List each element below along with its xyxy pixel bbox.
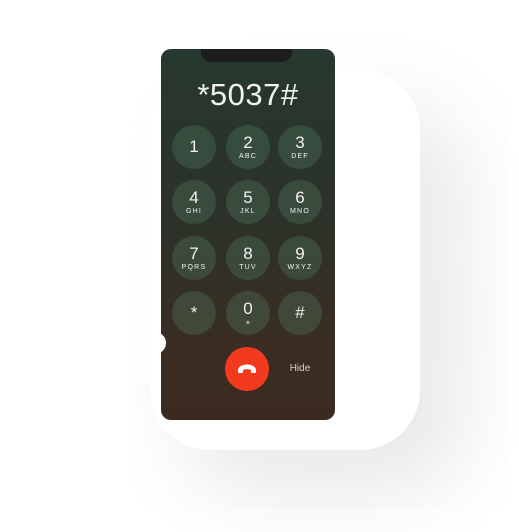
key-letters: PQRS <box>181 264 207 271</box>
phone-notch <box>201 49 292 62</box>
key-hash[interactable]: # <box>278 291 322 335</box>
key-letters: TUV <box>239 264 257 271</box>
key-digit: 4 <box>189 188 199 207</box>
phone-hangup-icon <box>238 364 256 373</box>
key-7[interactable]: 7 PQRS <box>172 236 216 280</box>
key-digit: * <box>190 303 198 322</box>
key-0[interactable]: 0 + <box>226 291 270 335</box>
key-5[interactable]: 5 JKL <box>226 180 270 224</box>
key-6[interactable]: 6 MNO <box>278 180 322 224</box>
key-letters: DEF <box>291 153 309 160</box>
key-digit: 1 <box>189 137 199 156</box>
dialed-number-display: *5037# <box>197 77 299 112</box>
key-2[interactable]: 2 ABC <box>226 125 270 169</box>
key-star[interactable]: * <box>172 291 216 335</box>
key-8[interactable]: 8 TUV <box>226 236 270 280</box>
key-digit: 2 <box>243 133 253 152</box>
key-digit: 0 <box>243 299 253 318</box>
key-letters: + <box>245 318 251 327</box>
key-letters: WXYZ <box>287 264 313 271</box>
key-3[interactable]: 3 DEF <box>278 125 322 169</box>
key-digit: 8 <box>243 244 253 263</box>
key-digit: 6 <box>295 188 305 207</box>
phone-dialer: *5037# 1 2 ABC 3 DEF 4 GHI 5 JKL 6 MNO 7 <box>161 49 335 420</box>
key-digit: 3 <box>295 133 305 152</box>
end-call-button[interactable] <box>225 347 269 391</box>
key-digit: 9 <box>295 244 305 263</box>
key-9[interactable]: 9 WXYZ <box>278 236 322 280</box>
key-letters: GHI <box>185 208 203 215</box>
key-digit: 7 <box>189 244 199 263</box>
key-1[interactable]: 1 <box>172 125 216 169</box>
hide-keypad-button[interactable]: Hide <box>283 363 317 374</box>
key-digit: # <box>295 303 305 322</box>
screen: *5037# 1 2 ABC 3 DEF 4 GHI 5 JKL 6 MNO 7 <box>0 0 519 532</box>
key-letters: ABC <box>239 153 257 160</box>
phone-edge-cutout <box>161 332 166 354</box>
key-digit: 5 <box>243 188 253 207</box>
key-letters: MNO <box>290 208 310 215</box>
key-4[interactable]: 4 GHI <box>172 180 216 224</box>
key-letters: JKL <box>240 208 256 215</box>
